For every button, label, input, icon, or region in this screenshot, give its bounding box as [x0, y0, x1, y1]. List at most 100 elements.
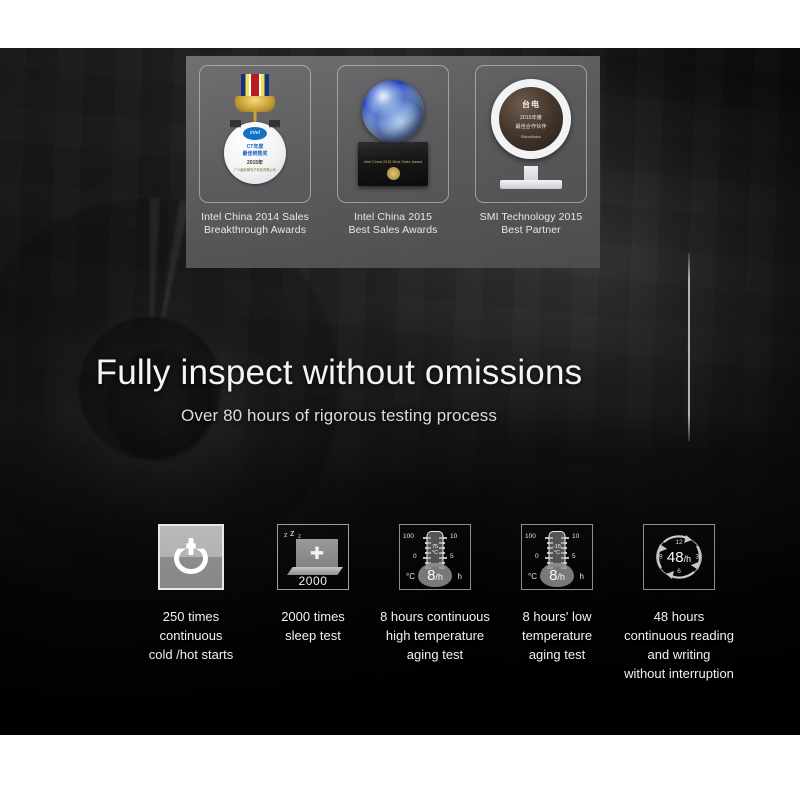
award-item-intel-2015[interactable]: Intel China 2015 Best Sales Award Intel … — [324, 56, 462, 268]
feature-label-line2: high temperature — [385, 628, 485, 643]
dial-value: 48 — [666, 548, 684, 566]
scale-left-min: 0 — [535, 553, 539, 560]
feature-icon-wrap: z z z ✚ 2000 — [277, 521, 349, 593]
feature-label: 2000 times sleep test — [281, 607, 345, 645]
thermometer-tube-unit: °C — [431, 549, 439, 556]
plaque-text-line2: 最佳合作伙伴 — [515, 124, 547, 130]
feature-item-high-temp-aging[interactable]: 100 0 10 5 75 °C 8/h °C h 8 hours contin… — [374, 521, 496, 664]
features-row: 250 times continuous cold /hot starts z … — [130, 521, 740, 683]
feature-label-line4: without interruption — [624, 666, 734, 681]
award-caption-line2: Best Partner — [501, 224, 561, 236]
award-item-intel-2014[interactable]: intel CT年度 最佳销售奖 2015年 广州晶科微电子科技有限公司 Int… — [186, 56, 324, 268]
hero-stage: intel CT年度 最佳销售奖 2015年 广州晶科微电子科技有限公司 Int… — [0, 48, 800, 735]
trophy-seal-icon — [386, 167, 400, 180]
dial-number-12: 12 — [675, 539, 683, 546]
bulb-suffix: /h — [435, 571, 443, 582]
trophy-base: Intel China 2015 Best Sales Award — [358, 142, 428, 186]
scale-right-min: 5 — [450, 553, 454, 560]
scale-right-max: 10 — [450, 533, 458, 540]
thermometer-unit-left: °C — [406, 572, 415, 581]
awards-row: intel CT年度 最佳销售奖 2015年 广州晶科微电子科技有限公司 Int… — [186, 56, 600, 268]
award-caption: SMI Technology 2015 Best Partner — [480, 211, 583, 237]
laptop-sleep-icon: z z z ✚ 2000 — [277, 524, 349, 590]
medal-trophy-icon: intel CT年度 最佳销售奖 2015年 广州晶科微电子科技有限公司 — [218, 74, 292, 194]
feature-label-line2: temperature — [521, 628, 593, 643]
feature-label: 8 hours continuous high temperature agin… — [380, 607, 490, 664]
clock-cycle-icon: 12 3 6 9 48/h — [643, 524, 715, 590]
feature-label-line1: 8 hours' low — [522, 609, 592, 624]
thermometer-low-icon: 100 0 10 5 -15 °C 8/h °C h — [521, 524, 593, 590]
scale-left-max: 100 — [525, 533, 536, 540]
dial-number-6: 6 — [677, 568, 681, 575]
feature-label-line2: sleep test — [285, 628, 341, 643]
feature-label-line3: aging test — [528, 647, 586, 662]
award-caption-line2: Breakthrough Awards — [203, 224, 307, 236]
award-caption-line1: Intel China 2015 — [353, 211, 433, 223]
award-caption-line1: SMI Technology 2015 — [479, 211, 583, 223]
thermometer-bulb: 8/h — [418, 563, 452, 587]
scale-left-min: 0 — [413, 553, 417, 560]
dial-number-3: 3 — [695, 553, 699, 561]
medal-text-line4: 广州晶科微电子科技有限公司 — [234, 168, 276, 172]
laptop-screen: ✚ — [296, 539, 338, 567]
feature-label-line1: 250 times — [162, 609, 220, 624]
award-frame: Intel China 2015 Best Sales Award — [337, 65, 449, 203]
power-button-icon — [158, 524, 224, 590]
thermometer-tube: 75 °C — [426, 531, 444, 567]
award-item-smi-2015[interactable]: 台电 2015年度 最佳合作伙伴 SiliconMotion SMI Techn… — [462, 56, 600, 268]
crystal-ball-trophy-icon: Intel China 2015 Best Sales Award — [354, 76, 432, 192]
feature-label-line1: 2000 times — [281, 609, 345, 624]
dial-number-9: 9 — [659, 553, 663, 561]
power-bar — [188, 538, 194, 555]
thermometer-bulb-label: 8/h — [427, 568, 443, 583]
smi-plaque-trophy-icon: 台电 2015年度 最佳合作伙伴 SiliconMotion — [488, 75, 574, 193]
feature-icon-wrap: 100 0 10 5 — [521, 521, 593, 593]
plaque-text-line3: SiliconMotion — [520, 135, 542, 139]
clock-center-label: 48/h — [667, 550, 691, 565]
plaque-foot — [500, 180, 562, 189]
thermometer-unit-right: h — [579, 572, 584, 581]
awards-panel: intel CT年度 最佳销售奖 2015年 广州晶科微电子科技有限公司 Int… — [186, 56, 600, 268]
feature-label: 8 hours' low temperature aging test — [522, 607, 592, 664]
bulb-suffix: /h — [557, 571, 565, 582]
feature-label-line2: continuous reading — [624, 628, 734, 643]
thermometer-bulb-label: 8/h — [549, 568, 565, 583]
award-caption: Intel China 2014 Sales Breakthrough Awar… — [201, 211, 309, 237]
thermometer-unit-left: °C — [528, 572, 537, 581]
dial-suffix: /h — [683, 553, 692, 564]
plaque-brand-logo: 台电 — [522, 100, 540, 109]
page-title: Fully inspect without omissions — [95, 353, 583, 392]
laptop-count-label: 2000 — [298, 574, 328, 588]
crystal-ball — [362, 80, 424, 142]
award-frame: intel CT年度 最佳销售奖 2015年 广州晶科微电子科技有限公司 — [199, 65, 311, 203]
vertical-divider — [688, 253, 690, 441]
award-frame: 台电 2015年度 最佳合作伙伴 SiliconMotion — [475, 65, 587, 203]
medal-text-line1: CT年度 — [246, 144, 264, 150]
feature-item-sleep-test[interactable]: z z z ✚ 2000 2000 times sleep test — [252, 521, 374, 645]
feature-item-cold-hot-starts[interactable]: 250 times continuous cold /hot starts — [130, 521, 252, 664]
feature-icon-wrap: 12 3 6 9 48/h — [643, 521, 715, 593]
feature-icon-wrap: 100 0 10 5 — [399, 521, 471, 593]
thermometer-tube: -15 °C — [548, 531, 566, 567]
thermometer-unit-right: h — [457, 572, 462, 581]
feature-icon-wrap — [158, 521, 224, 593]
award-caption-line1: Intel China 2014 Sales — [201, 211, 309, 223]
scale-right-max: 10 — [572, 533, 580, 540]
sparkle-icon: ✚ — [309, 543, 325, 563]
feature-label: 250 times continuous cold /hot starts — [149, 607, 234, 664]
feature-label: 48 hours continuous reading and writing … — [624, 607, 734, 683]
thermometer-tube-unit: °C — [553, 549, 561, 556]
scale-left-max: 100 — [403, 533, 414, 540]
trophy-base-text: Intel China 2015 Best Sales Award — [363, 160, 423, 164]
thermometer-high-icon: 100 0 10 5 75 °C 8/h °C h — [399, 524, 471, 590]
award-caption: Intel China 2015 Best Sales Awards — [348, 211, 437, 237]
feature-label-line3: aging test — [406, 647, 464, 662]
clock-dial: 12 3 6 9 48/h — [656, 536, 702, 578]
thermometer-bulb: 8/h — [540, 563, 574, 587]
feature-item-continuous-rw[interactable]: 12 3 6 9 48/h 48 hours continuous readin… — [618, 521, 740, 683]
feature-label-line1: 8 hours continuous — [380, 609, 490, 624]
power-glyph — [174, 538, 208, 574]
page-root: intel CT年度 最佳销售奖 2015年 广州晶科微电子科技有限公司 Int… — [0, 0, 800, 800]
feature-item-low-temp-aging[interactable]: 100 0 10 5 -15 °C 8/h °C h 8 hours' low … — [496, 521, 618, 664]
sleep-z-large-icon: z — [290, 528, 295, 538]
